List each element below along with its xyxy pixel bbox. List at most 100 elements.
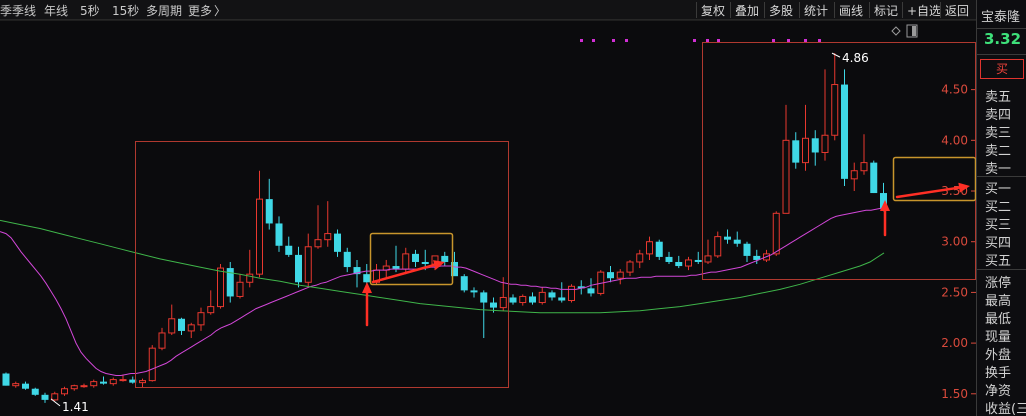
- quote-label: 收益(三): [985, 402, 1026, 416]
- candle-body: [509, 297, 517, 303]
- quote-label: 现量: [985, 330, 1012, 345]
- toolbar-separator: [730, 2, 731, 18]
- candle-body: [519, 295, 527, 304]
- candle-body: [675, 261, 683, 267]
- toolbar-button[interactable]: 复权: [701, 2, 725, 19]
- candle-body: [499, 296, 507, 309]
- toolbar-separator: [869, 2, 870, 18]
- quote-side-panel: 宝泰隆 3.32 买 卖五 卖四 卖三 卖二 卖一 买一 买二 买三 买四 买五 涨停 最高 最低 现量外…: [976, 0, 1026, 416]
- period-tab[interactable]: 15秒: [112, 2, 139, 19]
- signal-marker: [818, 39, 821, 42]
- candle-body: [343, 251, 351, 268]
- quote-label: 卖四: [985, 108, 1012, 123]
- period-tab[interactable]: 季线: [12, 2, 36, 19]
- toolbar-button[interactable]: 统计: [804, 2, 828, 19]
- period-tab[interactable]: 季: [0, 2, 12, 19]
- quote-label: 净资: [985, 384, 1012, 399]
- candle-body: [207, 306, 215, 314]
- toolbar-separator: [696, 2, 697, 18]
- toolbar-button[interactable]: +自选: [907, 2, 941, 19]
- candle-body: [636, 253, 644, 263]
- candle-body: [197, 312, 205, 326]
- candle-body: [870, 162, 878, 194]
- candle-body: [80, 385, 88, 388]
- ma-short-line: [0, 206, 885, 376]
- quote-label: 涨停: [985, 276, 1012, 291]
- highlight-box-middle: [369, 232, 454, 286]
- quote-label: 最低: [985, 312, 1012, 327]
- candle-body: [275, 223, 283, 246]
- candle-body: [412, 253, 419, 262]
- candle-body: [646, 241, 653, 255]
- candle-body: [587, 288, 595, 294]
- candle-body: [51, 393, 59, 401]
- candle-body: [178, 318, 185, 331]
- signal-marker: [706, 39, 709, 42]
- candle-body: [90, 381, 98, 387]
- toolbar-separator: [902, 2, 903, 18]
- annotation-box-right: [702, 42, 976, 280]
- candle-body: [831, 84, 839, 136]
- buy-button[interactable]: 买: [980, 59, 1024, 79]
- quote-label: 卖五: [985, 90, 1012, 105]
- quote-label: 换手: [985, 366, 1012, 381]
- period-tab[interactable]: 年线: [44, 2, 68, 19]
- toolbar-button[interactable]: 返回: [945, 2, 969, 19]
- quote-label: 卖三: [985, 126, 1012, 141]
- candle-body: [100, 381, 107, 384]
- candle-body: [265, 199, 273, 224]
- divider: [977, 54, 1026, 55]
- quote-label: 最高: [985, 294, 1012, 309]
- period-tab[interactable]: 更多: [188, 2, 212, 19]
- candle-body: [187, 324, 195, 332]
- toolbar-button[interactable]: 画线: [839, 2, 863, 19]
- signal-marker: [717, 39, 720, 42]
- candle-body: [860, 162, 868, 172]
- signal-marker: [612, 39, 615, 42]
- toolbar-separator: [799, 2, 800, 18]
- quote-label: 买一: [985, 182, 1012, 197]
- candle-body: [148, 347, 156, 382]
- candle-body: [470, 290, 478, 293]
- candle-body: [217, 267, 224, 308]
- kline-chart[interactable]: 4.504.003.503.002.502.001.504.861.41: [0, 20, 976, 416]
- signal-marker: [693, 39, 696, 42]
- y-tick-label: 4.00: [941, 133, 968, 147]
- candle-body: [733, 239, 741, 244]
- stock-price: 3.32: [984, 30, 1022, 48]
- candle-body: [236, 281, 244, 297]
- candle-body: [109, 379, 117, 385]
- toolbar: 季季线 年线 5秒 15秒 多周期 更多〉 复权 叠加 多股 统计 画线 标记 +自选 返回: [0, 0, 976, 20]
- high-pointer: [831, 52, 841, 58]
- period-tab[interactable]: 5秒: [80, 2, 100, 19]
- toolbar-button[interactable]: 标记: [874, 2, 898, 19]
- quote-label: 外盘: [985, 348, 1012, 363]
- candle-body: [314, 239, 322, 248]
- candle-body: [12, 383, 20, 387]
- candle-body: [802, 137, 809, 164]
- period-tab[interactable]: 多周期: [146, 2, 182, 19]
- candle-body: [22, 383, 29, 389]
- candle-body: [548, 292, 556, 298]
- candle-body: [460, 276, 468, 291]
- candle-body: [685, 259, 692, 267]
- candle-body: [295, 254, 302, 283]
- y-tick-label: 3.00: [941, 235, 968, 249]
- high-price-label: 4.86: [842, 51, 869, 65]
- y-tick-label: 2.50: [941, 285, 968, 299]
- diamond-icon: [891, 26, 901, 36]
- candle-body: [168, 318, 176, 334]
- quote-label: 买二: [985, 200, 1012, 215]
- candle-body: [490, 302, 497, 308]
- stats-divider: [977, 269, 1026, 270]
- candle-body: [41, 394, 49, 400]
- toolbar-button[interactable]: 多股: [769, 2, 793, 19]
- quote-label: 买三: [985, 218, 1012, 233]
- candle-body: [529, 296, 536, 303]
- toolbar-button[interactable]: 叠加: [735, 2, 759, 19]
- more-chevron-icon[interactable]: 〉: [214, 2, 226, 19]
- candle-body: [568, 285, 575, 302]
- candle-body: [694, 259, 702, 262]
- signal-marker: [787, 39, 790, 42]
- signal-marker: [804, 39, 807, 42]
